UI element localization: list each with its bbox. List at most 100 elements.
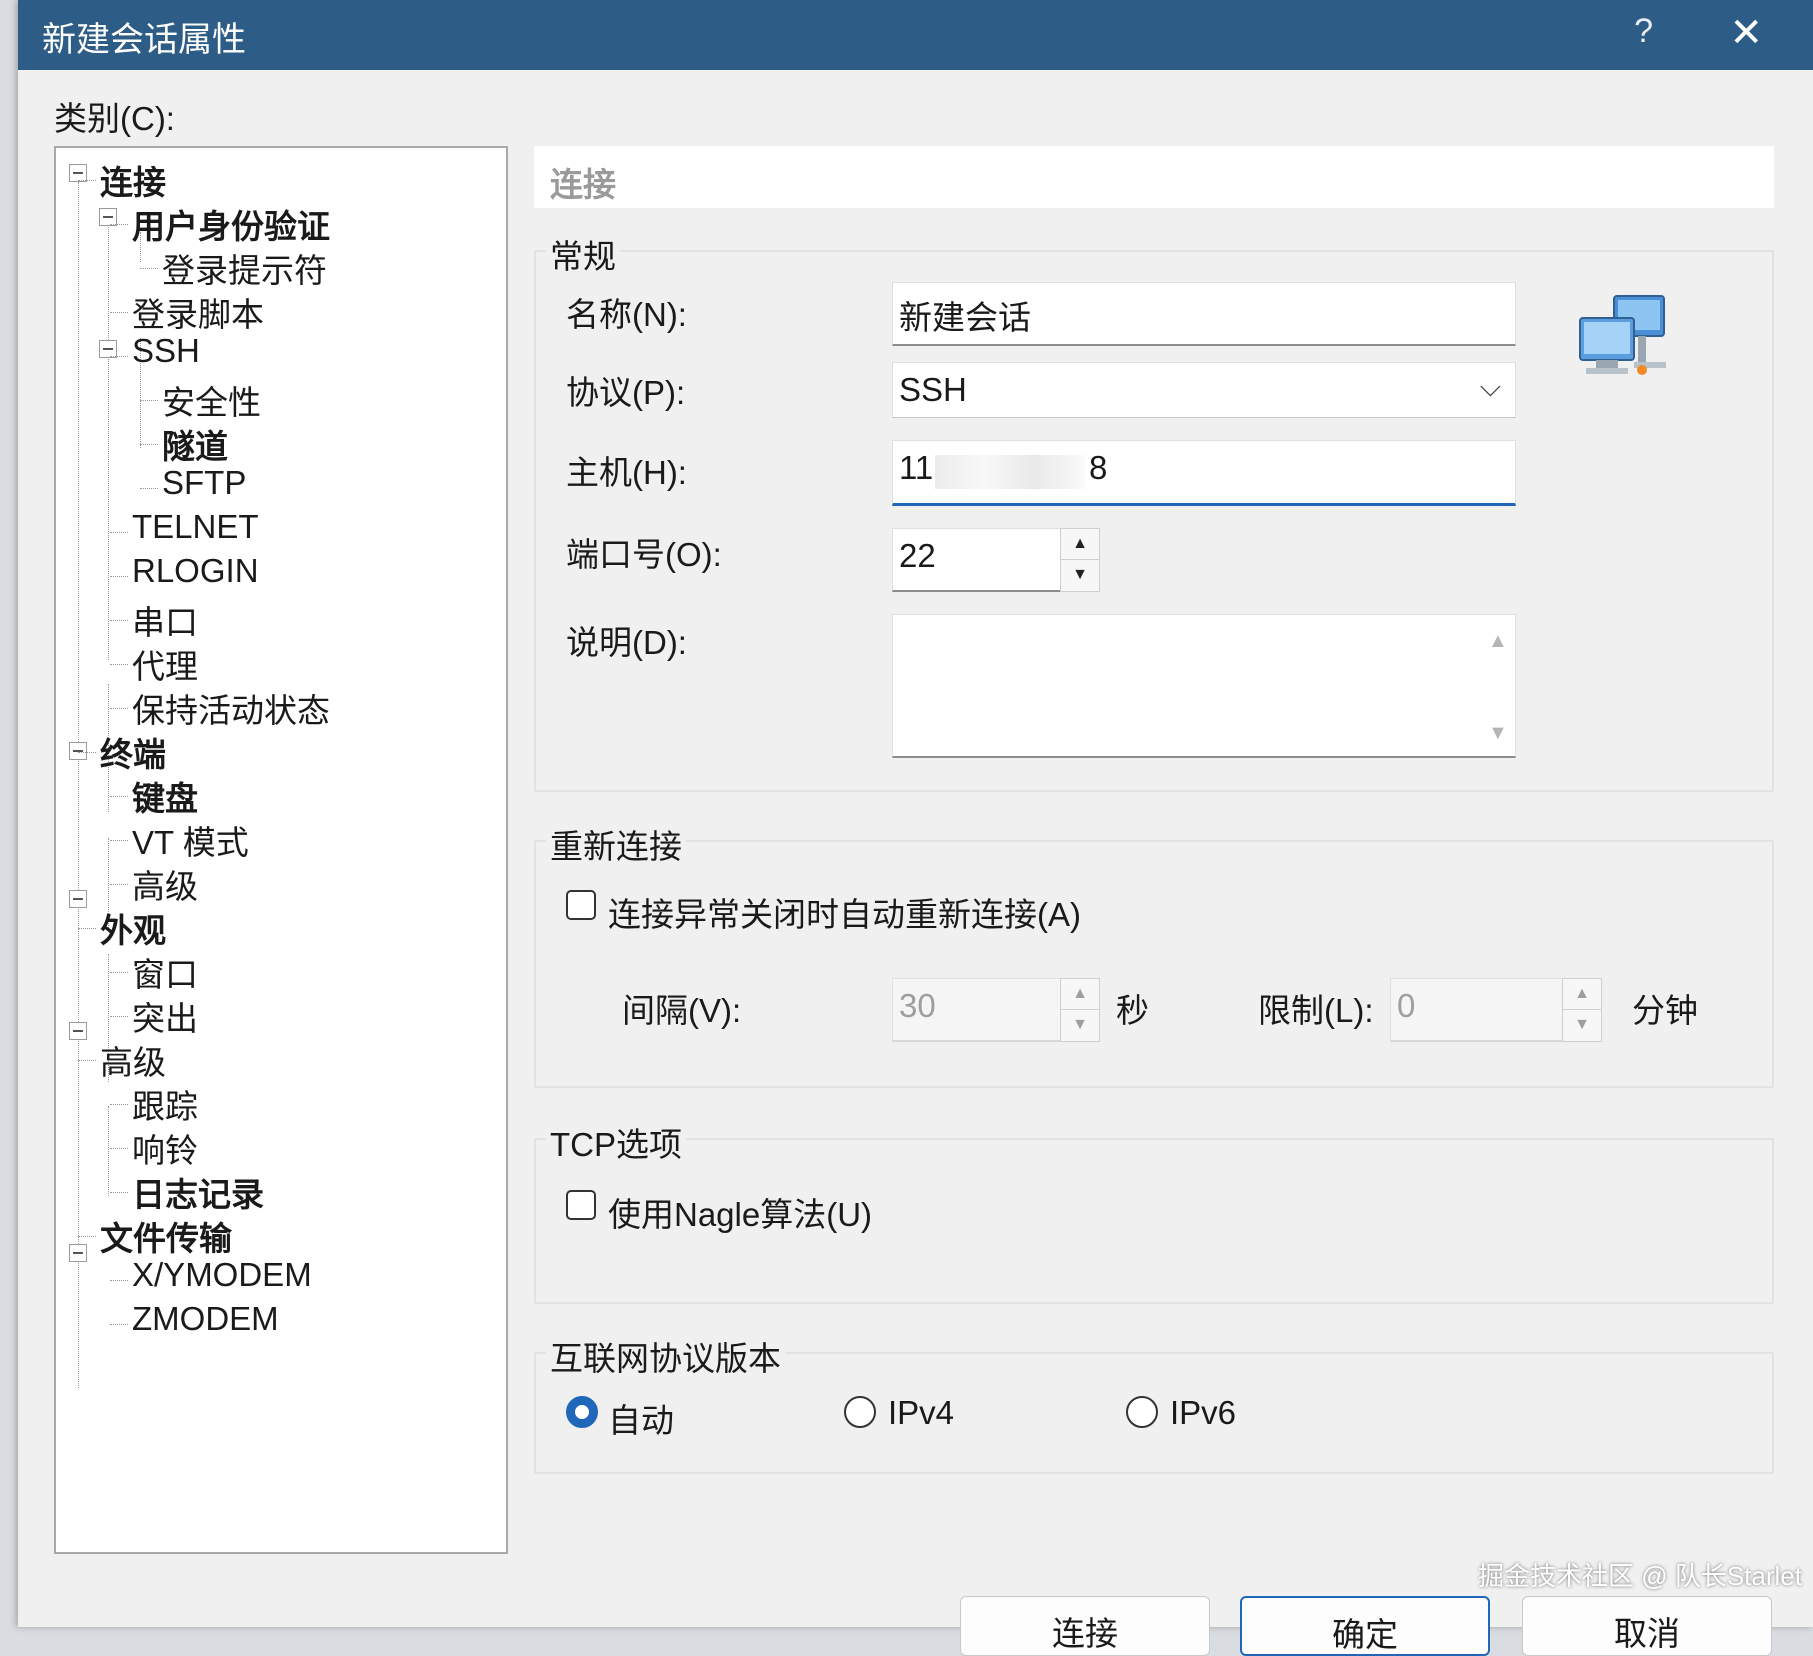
tree-connector — [110, 1280, 128, 1281]
tree-item[interactable]: 串口 — [132, 596, 198, 644]
scroll-up-icon[interactable]: ▲ — [1488, 630, 1508, 653]
tree-item[interactable]: 外观 — [100, 904, 166, 952]
tree-item[interactable]: SFTP — [162, 464, 246, 502]
tree-item[interactable]: 高级 — [132, 860, 198, 908]
tree-item[interactable]: X/YMODEM — [132, 1256, 312, 1294]
tree-item[interactable]: 代理 — [132, 640, 198, 688]
tree-item[interactable]: TELNET — [132, 508, 259, 546]
tree-item[interactable]: ZMODEM — [132, 1300, 279, 1338]
tree-connector — [110, 1324, 128, 1325]
host-value-start: 11 — [899, 449, 934, 486]
auto-reconnect-checkbox[interactable] — [566, 890, 596, 920]
tree-item[interactable]: SSH — [132, 332, 200, 370]
category-tree[interactable]: 连接 用户身份验证 登录提示符 登录脚本 SSH 安全性 隧道 SFTP TELNET RLOGI… — [54, 146, 508, 1554]
tcp-group-title: TCP选项 — [546, 1118, 686, 1166]
auto-reconnect-label[interactable]: 连接异常关闭时自动重新连接(A) — [608, 888, 1081, 936]
radio-auto-label[interactable]: 自动 — [608, 1394, 674, 1442]
tree-connector — [110, 796, 128, 797]
network-computers-icon — [1579, 295, 1666, 375]
connect-button[interactable]: 连接 — [960, 1596, 1210, 1656]
tree-connector — [110, 708, 128, 709]
scroll-down-icon[interactable]: ▼ — [1488, 722, 1508, 745]
tree-connector — [110, 1016, 128, 1017]
protocol-select[interactable]: SSH ⌵ — [892, 362, 1516, 418]
ok-button[interactable]: 确定 — [1240, 1596, 1490, 1656]
tree-connector — [140, 444, 158, 445]
tree-connector — [110, 1104, 128, 1105]
limit-label: 限制(L): — [1258, 992, 1374, 1029]
description-input[interactable] — [892, 614, 1516, 758]
cancel-button[interactable]: 取消 — [1522, 1596, 1772, 1656]
close-button[interactable]: ✕ — [1729, 10, 1763, 56]
tree-item[interactable]: 登录脚本 — [132, 288, 264, 336]
tree-expander[interactable] — [69, 1244, 87, 1262]
tree-connector — [140, 268, 158, 269]
chevron-down-icon: ⌵ — [1479, 371, 1501, 402]
tree-item[interactable]: 用户身份验证 — [132, 200, 330, 248]
radio-ipv4-label[interactable]: IPv4 — [888, 1394, 954, 1432]
radio-ipv4[interactable] — [844, 1396, 876, 1428]
spin-down-icon[interactable]: ▼ — [1563, 1010, 1601, 1041]
tree-expander[interactable] — [69, 1022, 87, 1040]
redacted-host — [935, 455, 1085, 489]
description-label: 说明(D): — [566, 624, 687, 661]
spin-up-icon[interactable]: ▲ — [1563, 979, 1601, 1010]
tree-item[interactable]: 隧道 — [162, 420, 228, 468]
tree-item[interactable]: VT 模式 — [132, 816, 249, 864]
protocol-label: 协议(P): — [566, 374, 686, 411]
tree-connector — [110, 840, 128, 841]
interval-unit: 秒 — [1116, 992, 1149, 1029]
tree-item[interactable]: 键盘 — [132, 772, 198, 820]
name-label: 名称(N): — [566, 296, 687, 333]
tree-item[interactable]: 登录提示符 — [162, 244, 327, 292]
interval-input[interactable]: 30 — [892, 978, 1062, 1042]
tree-connector — [110, 884, 128, 885]
spin-up-icon[interactable]: ▲ — [1061, 529, 1099, 560]
tree-item[interactable]: 连接 — [100, 156, 166, 204]
nagle-checkbox[interactable] — [566, 1190, 596, 1220]
watermark: 掘金技术社区 @ 队长Starlet — [1478, 1561, 1802, 1591]
radio-ipv6-label[interactable]: IPv6 — [1170, 1394, 1236, 1432]
tree-item[interactable]: 高级 — [100, 1036, 166, 1084]
spin-up-icon[interactable]: ▲ — [1061, 979, 1099, 1010]
radio-ipv6[interactable] — [1126, 1396, 1158, 1428]
tree-item[interactable]: 突出 — [132, 992, 198, 1040]
help-button[interactable]: ? — [1634, 12, 1653, 51]
tree-connector — [78, 182, 79, 1388]
tree-connector — [140, 488, 158, 489]
tree-item[interactable]: RLOGIN — [132, 552, 259, 590]
limit-input[interactable]: 0 — [1390, 978, 1564, 1042]
tree-item[interactable]: 日志记录 — [132, 1168, 264, 1216]
limit-spinner[interactable]: ▲ ▼ — [1562, 978, 1602, 1042]
tree-expander[interactable] — [69, 890, 87, 908]
tree-connector — [78, 1236, 96, 1237]
port-spinner[interactable]: ▲ ▼ — [1060, 528, 1100, 592]
interval-label: 间隔(V): — [622, 992, 742, 1029]
tree-connector — [110, 664, 128, 665]
name-input[interactable]: 新建会话 — [892, 282, 1516, 346]
tree-connector — [78, 752, 96, 753]
tree-item[interactable]: 安全性 — [162, 376, 261, 424]
tree-expander[interactable] — [69, 742, 87, 760]
spin-down-icon[interactable]: ▼ — [1061, 560, 1099, 591]
port-label: 端口号(O): — [566, 536, 722, 573]
protocol-select-value: SSH — [899, 371, 967, 408]
host-input[interactable]: 11 8 — [892, 440, 1516, 506]
tree-connector — [108, 220, 109, 660]
tree-item[interactable]: 响铃 — [132, 1124, 198, 1172]
tree-connector — [78, 928, 96, 929]
tree-item[interactable]: 窗口 — [132, 948, 198, 996]
tree-item[interactable]: 文件传输 — [100, 1212, 232, 1260]
interval-spinner[interactable]: ▲ ▼ — [1060, 978, 1100, 1042]
radio-auto[interactable] — [566, 1396, 598, 1428]
tree-item[interactable]: 终端 — [100, 728, 166, 776]
port-input[interactable]: 22 — [892, 528, 1062, 592]
tree-connector — [110, 312, 128, 313]
host-label: 主机(H): — [566, 454, 687, 491]
tree-item[interactable]: 保持活动状态 — [132, 684, 330, 732]
nagle-label[interactable]: 使用Nagle算法(U) — [608, 1188, 872, 1236]
tree-item[interactable]: 跟踪 — [132, 1080, 198, 1128]
spin-down-icon[interactable]: ▼ — [1061, 1010, 1099, 1041]
reconnect-group-title: 重新连接 — [546, 820, 686, 868]
ip-version-group-title: 互联网协议版本 — [546, 1332, 785, 1380]
